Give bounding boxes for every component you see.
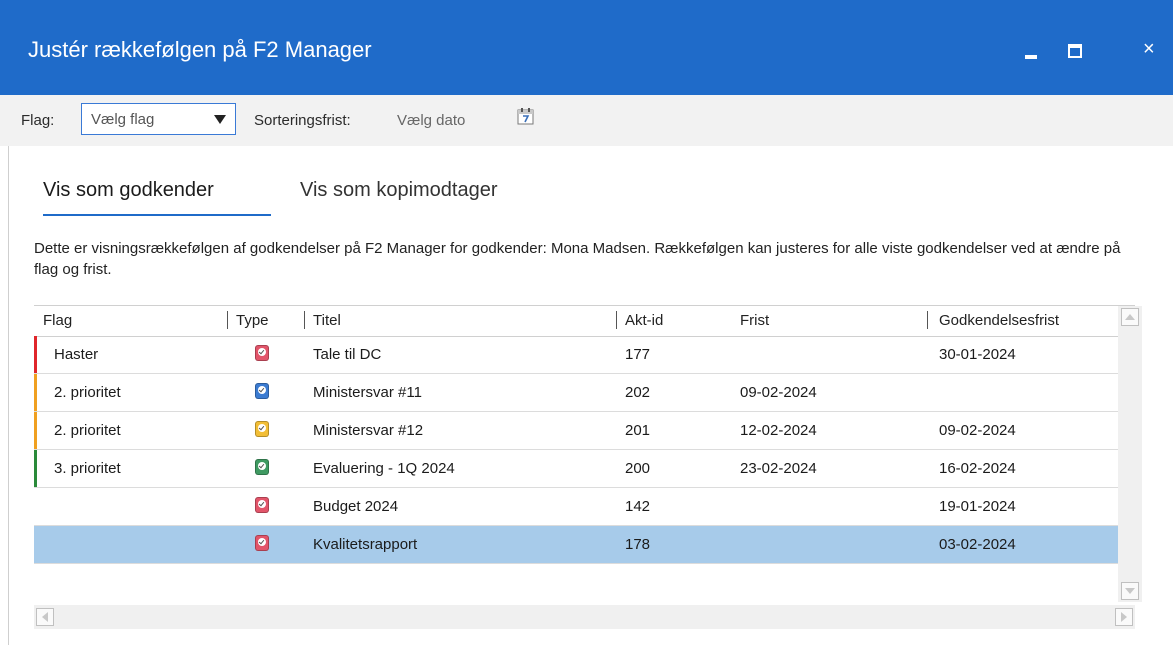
approval-icon-green xyxy=(255,459,269,475)
cell-akt-id: 200 xyxy=(625,460,651,477)
vertical-scrollbar[interactable] xyxy=(1118,306,1142,602)
cell-godkendelsesfrist: 19-01-2024 xyxy=(939,498,1016,515)
cell-godkendelsesfrist: 30-01-2024 xyxy=(939,346,1016,363)
arrow-down-icon xyxy=(1125,588,1135,594)
cell-title: Evaluering - 1Q 2024 xyxy=(313,460,455,477)
active-tab-indicator xyxy=(43,214,271,216)
arrow-left-icon xyxy=(42,612,48,622)
cell-frist: 12-02-2024 xyxy=(740,422,817,439)
cell-frist: 23-02-2024 xyxy=(740,460,817,477)
flag-color-bar xyxy=(34,374,37,411)
cell-title: Ministersvar #12 xyxy=(313,422,424,439)
checkmark-icon xyxy=(258,424,266,432)
cell-title: Kvalitetsrapport xyxy=(313,536,418,553)
table-row[interactable]: Kvalitetsrapport 178 03-02-2024 xyxy=(34,526,1135,564)
title-bar: Justér rækkefølgen på F2 Manager × xyxy=(0,0,1173,95)
scroll-left-button[interactable] xyxy=(36,608,54,626)
cell-akt-id: 178 xyxy=(625,536,651,553)
flag-dropdown-value: Vælg flag xyxy=(91,111,155,128)
table-header: Flag Type Titel Akt-id Frist Godkendelse… xyxy=(34,305,1135,337)
column-divider[interactable] xyxy=(616,311,617,329)
cell-godkendelsesfrist: 16-02-2024 xyxy=(939,460,1016,477)
column-header-akt-id[interactable]: Akt-id xyxy=(625,312,663,329)
arrow-up-icon xyxy=(1125,314,1135,320)
flag-dropdown[interactable]: Vælg flag xyxy=(81,103,236,135)
cell-akt-id: 177 xyxy=(625,346,651,363)
flag-color-bar xyxy=(34,336,37,373)
cell-flag: 3. prioritet xyxy=(54,460,121,477)
scroll-right-button[interactable] xyxy=(1115,608,1133,626)
cell-title: Tale til DC xyxy=(313,346,382,363)
deadline-label: Sorteringsfrist: xyxy=(254,112,351,129)
table-row[interactable]: Budget 2024 142 19-01-2024 xyxy=(34,488,1135,526)
approval-icon-red xyxy=(255,497,269,513)
column-header-frist[interactable]: Frist xyxy=(740,312,769,329)
flag-color-bar xyxy=(34,412,37,449)
table-row[interactable]: Haster Tale til DC 177 30-01-2024 xyxy=(34,336,1135,374)
column-header-godkendelsesfrist[interactable]: Godkendelsesfrist xyxy=(939,312,1059,329)
cell-flag: 2. prioritet xyxy=(54,422,121,439)
date-picker-field[interactable]: Vælg dato xyxy=(397,112,465,129)
tab-godkender[interactable]: Vis som godkender xyxy=(43,179,214,202)
maximize-button[interactable] xyxy=(1061,36,1091,66)
close-icon: × xyxy=(1143,38,1155,60)
column-header-title[interactable]: Titel xyxy=(313,312,341,329)
flag-color-bar xyxy=(34,450,37,487)
close-button[interactable]: × xyxy=(1137,36,1167,66)
cell-title: Budget 2024 xyxy=(313,498,399,515)
scroll-up-button[interactable] xyxy=(1121,308,1139,326)
main-content: Vis som godkender Vis som kopimodtager D… xyxy=(8,146,1173,645)
minimize-icon xyxy=(1025,55,1037,59)
description-text: Dette er visningsrækkefølgen af godkende… xyxy=(34,240,1121,278)
tab-kopimodtager[interactable]: Vis som kopimodtager xyxy=(300,179,498,202)
toolbar: Flag: Vælg flag Sorteringsfrist: Vælg da… xyxy=(0,95,1173,146)
cell-godkendelsesfrist: 09-02-2024 xyxy=(939,422,1016,439)
cell-godkendelsesfrist: 03-02-2024 xyxy=(939,536,1016,553)
column-header-flag[interactable]: Flag xyxy=(43,312,72,329)
cell-akt-id: 202 xyxy=(625,384,651,401)
cell-akt-id: 142 xyxy=(625,498,651,515)
checkmark-icon xyxy=(258,348,266,356)
checkmark-icon xyxy=(258,386,266,394)
column-divider[interactable] xyxy=(927,311,928,329)
approval-icon-red xyxy=(255,535,269,551)
calendar-icon[interactable] xyxy=(517,107,534,125)
table-row[interactable]: 2. prioritet Ministersvar #12 201 12-02-202… xyxy=(34,412,1135,450)
cell-frist: 09-02-2024 xyxy=(740,384,817,401)
column-divider[interactable] xyxy=(304,311,305,329)
approval-icon-red xyxy=(255,345,269,361)
table-row[interactable]: 2. prioritet Ministersvar #11 202 09-02-202… xyxy=(34,374,1135,412)
cell-flag: Haster xyxy=(54,346,99,363)
cell-title: Ministersvar #11 xyxy=(313,384,422,401)
chevron-down-icon xyxy=(214,115,226,124)
column-header-type[interactable]: Type xyxy=(236,312,269,329)
cell-flag: 2. prioritet xyxy=(54,384,121,401)
approval-icon-yellow xyxy=(255,421,269,437)
table-row[interactable]: 3. prioritet Evaluering - 1Q 2024 200 23-02… xyxy=(34,450,1135,488)
cell-akt-id: 201 xyxy=(625,422,651,439)
window-title: Justér rækkefølgen på F2 Manager xyxy=(28,37,372,62)
flag-label: Flag: xyxy=(21,112,55,129)
checkmark-icon xyxy=(258,500,266,508)
horizontal-scrollbar[interactable] xyxy=(34,605,1135,629)
checkmark-icon xyxy=(258,538,266,546)
scroll-down-button[interactable] xyxy=(1121,582,1139,600)
column-divider[interactable] xyxy=(227,311,228,329)
approval-icon-blue xyxy=(255,383,269,399)
minimize-button[interactable] xyxy=(1017,36,1047,66)
maximize-icon xyxy=(1068,44,1082,58)
checkmark-icon xyxy=(258,462,266,470)
arrow-right-icon xyxy=(1121,612,1127,622)
